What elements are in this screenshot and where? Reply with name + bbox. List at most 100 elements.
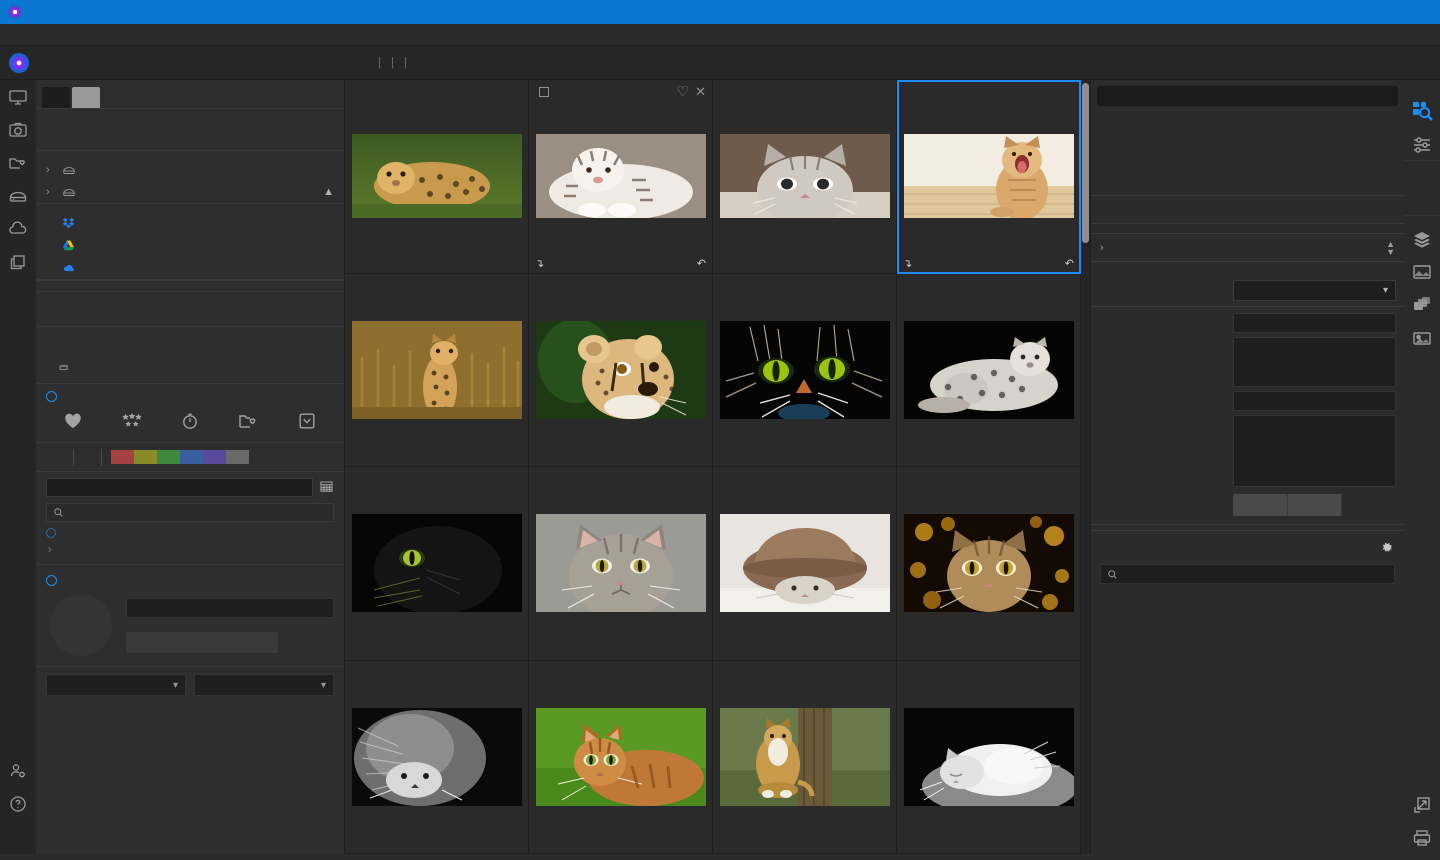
- table-row[interactable]: [529, 660, 713, 854]
- layers-icon[interactable]: [1404, 222, 1440, 255]
- folder-heart-icon[interactable]: [0, 146, 36, 179]
- metadata-author-field[interactable]: [1233, 313, 1396, 333]
- chevron-right-icon[interactable]: ›: [1100, 242, 1104, 254]
- fire-button[interactable]: [50, 594, 112, 656]
- tab-info[interactable]: [1097, 86, 1398, 106]
- filter-more[interactable]: [278, 411, 336, 434]
- camera-field[interactable]: [126, 597, 334, 618]
- cloud-item-onedrive[interactable]: [36, 257, 344, 280]
- color-label-box[interactable]: [539, 86, 549, 97]
- filter-liked[interactable]: [44, 411, 102, 434]
- tethered-select-left[interactable]: ▾: [46, 674, 186, 696]
- time-range-field[interactable]: [46, 478, 313, 497]
- cloud-item-dropbox[interactable]: [36, 211, 344, 234]
- chevron-right-icon[interactable]: ›: [46, 164, 55, 176]
- dates-item[interactable]: [36, 356, 344, 378]
- table-row[interactable]: [897, 660, 1081, 854]
- cloud-icon[interactable]: [0, 212, 36, 245]
- table-row[interactable]: [897, 467, 1081, 661]
- adjust-sliders-icon[interactable]: [1404, 127, 1440, 160]
- table-row[interactable]: ↴ ↶: [897, 80, 1081, 274]
- help-icon[interactable]: [0, 787, 36, 820]
- maximize-button[interactable]: [1348, 0, 1394, 24]
- metadata-preset-select[interactable]: ▾: [1233, 280, 1396, 301]
- gear-icon[interactable]: [1379, 540, 1394, 558]
- table-row[interactable]: [529, 273, 713, 467]
- camera-icon[interactable]: [0, 113, 36, 146]
- filter-five-stars[interactable]: [103, 411, 161, 434]
- table-row[interactable]: [713, 80, 897, 274]
- photo-icon[interactable]: [1404, 321, 1440, 354]
- table-row[interactable]: ♡ ✕ ↴ ↶: [529, 80, 713, 274]
- main-area: › › ▲ › ▾ ▾ ♡ ✕ ↴ ↶ ↴ ↶ › ▲ ▼ ▾: [0, 80, 1440, 854]
- chevron-down-icon: ▾: [320, 679, 326, 691]
- rotate-left-icon[interactable]: ↴: [903, 257, 912, 270]
- import-settings-button[interactable]: [126, 631, 278, 653]
- advanced-row[interactable]: ›: [36, 541, 344, 564]
- menu-bar: [0, 24, 1440, 46]
- cloud-item-google-drive[interactable]: [36, 234, 344, 257]
- show-exif-button[interactable]: [1233, 494, 1288, 516]
- tab-browse[interactable]: [42, 87, 70, 108]
- chevron-right-icon[interactable]: ›: [46, 544, 52, 556]
- albums-header: [36, 292, 344, 326]
- filter-cataloged[interactable]: [219, 411, 277, 434]
- table-row[interactable]: [529, 467, 713, 661]
- tethered-toggle-icon[interactable]: [46, 575, 57, 586]
- table-row[interactable]: [345, 80, 529, 274]
- tethered-select-right[interactable]: ▾: [194, 674, 334, 696]
- filters-toggle-icon[interactable]: [46, 391, 57, 402]
- landscape-icon[interactable]: [1404, 255, 1440, 288]
- grid-scrollbar-thumb[interactable]: [1082, 83, 1089, 243]
- like-icon[interactable]: ♡: [677, 83, 690, 100]
- user-settings-icon[interactable]: [0, 754, 36, 787]
- copies-icon[interactable]: [1404, 288, 1440, 321]
- tab-presets[interactable]: [72, 87, 100, 108]
- chevron-right-icon[interactable]: ›: [46, 186, 55, 198]
- ginger-cat-by-tree: [719, 707, 890, 806]
- left-panel-tabs: [36, 80, 344, 108]
- reject-icon[interactable]: ✕: [695, 84, 706, 100]
- grid-scrollbar[interactable]: [1081, 80, 1090, 854]
- color-label-swatches[interactable]: [111, 450, 249, 464]
- show-iptc-button[interactable]: [1287, 494, 1343, 516]
- browse-search-icon[interactable]: [1404, 94, 1440, 127]
- metadata-keywords-field[interactable]: [1233, 415, 1396, 487]
- file-info-table: [1091, 224, 1404, 234]
- search-cataloged-row[interactable]: [36, 525, 344, 541]
- resize-icon[interactable]: [1404, 788, 1440, 821]
- filter-recent[interactable]: [161, 411, 219, 434]
- table-row[interactable]: [897, 273, 1081, 467]
- table-row[interactable]: [713, 467, 897, 661]
- rotate-right-icon[interactable]: ↶: [1065, 257, 1074, 270]
- layers-stack-icon[interactable]: [0, 245, 36, 278]
- calendar-icon[interactable]: [319, 479, 334, 497]
- divider: [101, 448, 102, 466]
- radio-icon[interactable]: [46, 528, 56, 538]
- settings-applied-row[interactable]: › ▲ ▼: [1091, 234, 1404, 262]
- sort-updown-icon[interactable]: ▲ ▼: [1386, 239, 1395, 256]
- table-row[interactable]: [345, 660, 529, 854]
- filter-search-input[interactable]: [46, 503, 334, 522]
- right-panel-tabbar: [1091, 80, 1404, 106]
- minimize-button[interactable]: [1302, 0, 1348, 24]
- metadata-add-keyword-field[interactable]: [1233, 391, 1396, 411]
- keyword-search-input[interactable]: [1100, 564, 1395, 584]
- table-row[interactable]: [713, 273, 897, 467]
- close-button[interactable]: [1394, 0, 1440, 24]
- drive-row-d[interactable]: › ▲: [36, 181, 344, 204]
- metadata-description-field[interactable]: [1233, 337, 1396, 387]
- table-row[interactable]: [713, 660, 897, 854]
- table-row[interactable]: [345, 273, 529, 467]
- bengal-cat-on-grass: [535, 707, 706, 806]
- print-icon[interactable]: [1404, 821, 1440, 854]
- rotate-right-icon[interactable]: ↶: [697, 257, 706, 270]
- eject-icon[interactable]: ▲: [323, 186, 334, 198]
- rotate-left-icon[interactable]: ↴: [535, 257, 544, 270]
- monitor-icon[interactable]: [0, 80, 36, 113]
- show-none-button[interactable]: [1342, 494, 1396, 516]
- drive-row-c[interactable]: ›: [36, 158, 344, 181]
- table-row[interactable]: [345, 467, 529, 661]
- drive-icon[interactable]: [0, 179, 36, 212]
- search-icon: [54, 508, 63, 517]
